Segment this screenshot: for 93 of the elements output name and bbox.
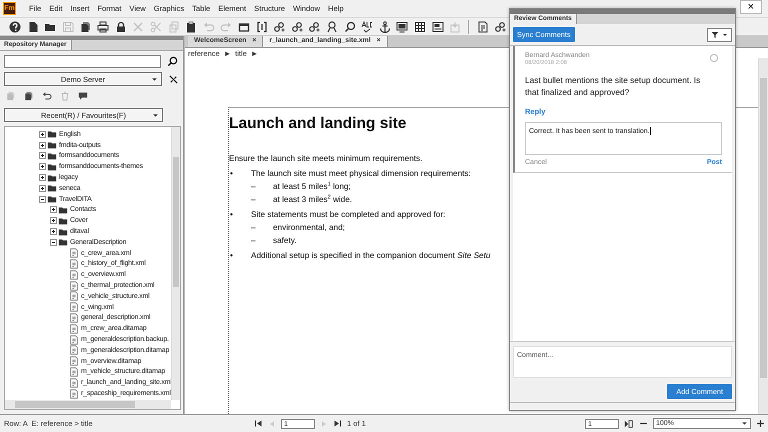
chain-icon[interactable] <box>308 20 320 32</box>
search-field[interactable] <box>4 55 161 68</box>
dash-marker: – <box>250 236 257 245</box>
file-icon <box>69 366 79 377</box>
resolve-radio[interactable] <box>710 54 718 62</box>
document-icon[interactable] <box>26 20 39 32</box>
folder-icon <box>58 237 68 248</box>
chain-icon[interactable] <box>290 20 303 32</box>
expand-icon[interactable] <box>50 206 57 214</box>
monitor-icon[interactable] <box>396 20 408 32</box>
help-icon[interactable] <box>9 20 22 32</box>
table-icon[interactable] <box>414 20 426 32</box>
folder-icon <box>58 216 68 226</box>
bracket-icon[interactable] <box>256 20 268 32</box>
folder-icon <box>58 226 68 237</box>
file-icon <box>69 291 79 302</box>
spellcheck-icon[interactable] <box>361 20 374 32</box>
file-icon <box>69 248 79 258</box>
anchor-icon[interactable] <box>378 20 391 32</box>
caret-icon <box>741 420 748 427</box>
disconnect-icon[interactable] <box>168 74 179 84</box>
list-item: The launch site must meet physical dimension requirements: <box>251 169 471 178</box>
vertical-scrollbar[interactable] <box>758 58 768 414</box>
expand-icon[interactable] <box>39 142 46 149</box>
first-page-icon[interactable] <box>254 419 263 428</box>
file-icon <box>69 270 79 280</box>
lock-icon[interactable] <box>114 20 127 32</box>
horizontal-scrollbar[interactable] <box>5 400 171 409</box>
documents-icon[interactable] <box>80 20 92 32</box>
page-marker-icon[interactable] <box>624 418 634 428</box>
file-icon <box>69 258 79 269</box>
list-item: Site statements must be completed and approved for: <box>251 210 446 219</box>
file-icon <box>69 280 79 291</box>
file-icon <box>69 356 79 366</box>
expand-icon[interactable] <box>50 217 57 224</box>
file-icon <box>69 378 79 388</box>
folder-icon <box>47 194 57 204</box>
clipboard-icon[interactable] <box>185 20 198 32</box>
search-icon[interactable] <box>167 56 178 67</box>
expand-icon[interactable] <box>39 130 46 138</box>
comment-text: Last bullet mentions the site setup document. Is that finalized and approved? <box>525 74 702 98</box>
expand-icon[interactable] <box>39 174 46 182</box>
list-item: at least 3 miles$^{2}$ wide. <box>273 195 352 204</box>
zoom-in-icon[interactable] <box>756 419 765 428</box>
folder-icon <box>47 150 57 161</box>
list-item: at least 5 miles$^{1}$ long; <box>273 182 351 191</box>
file-icon <box>69 312 79 323</box>
documents-icon[interactable] <box>24 91 34 101</box>
search-icon[interactable] <box>344 20 356 32</box>
chain-icon[interactable] <box>273 20 286 32</box>
filter-icon <box>711 30 719 38</box>
bullet-marker: • <box>229 210 234 219</box>
caret-icon <box>151 76 158 83</box>
folder-icon <box>47 162 57 172</box>
folder-icon <box>47 140 57 150</box>
file-icon <box>69 302 79 312</box>
last-page-icon[interactable] <box>333 419 342 428</box>
dash-marker: – <box>250 223 257 232</box>
frame-icon[interactable] <box>238 20 250 32</box>
list-item: Additional setup is specified in the companion document Site Setu <box>251 251 490 260</box>
expand-icon[interactable] <box>39 184 46 192</box>
image-icon[interactable] <box>432 20 444 32</box>
paragraph: Ensure the launch site meets minimum requirements. <box>229 154 422 163</box>
caret-icon <box>152 112 159 119</box>
collapse-icon[interactable] <box>50 238 57 246</box>
vertical-scrollbar[interactable] <box>171 127 180 400</box>
file-icon <box>69 345 79 356</box>
expand-icon[interactable] <box>39 152 46 160</box>
bullet-marker: • <box>229 169 234 178</box>
expand-icon[interactable] <box>39 163 46 170</box>
list-item: environmental, and; <box>273 223 345 232</box>
report-icon[interactable] <box>476 20 489 32</box>
folder-icon <box>47 183 57 194</box>
undo-icon[interactable] <box>42 91 52 101</box>
folder-icon <box>47 129 57 140</box>
folder-icon <box>58 204 68 215</box>
folder-icon <box>47 172 57 183</box>
document-title: Launch and landing site <box>229 114 406 134</box>
chain-icon[interactable] <box>494 20 506 32</box>
file-icon <box>69 324 79 334</box>
file-icon <box>69 334 79 345</box>
dash-marker: – <box>250 195 257 204</box>
expand-icon[interactable] <box>50 228 57 236</box>
person-icon[interactable] <box>326 20 338 32</box>
speech-bubble-icon[interactable] <box>78 91 88 101</box>
dash-marker: – <box>250 182 257 191</box>
bullet-marker: • <box>229 251 234 260</box>
list-item: safety. <box>273 236 297 245</box>
filter-dropdown[interactable] <box>707 28 732 42</box>
file-icon <box>69 388 79 399</box>
collapse-icon[interactable] <box>39 196 46 203</box>
print-icon[interactable] <box>97 20 110 32</box>
close-button[interactable]: × <box>740 0 762 14</box>
